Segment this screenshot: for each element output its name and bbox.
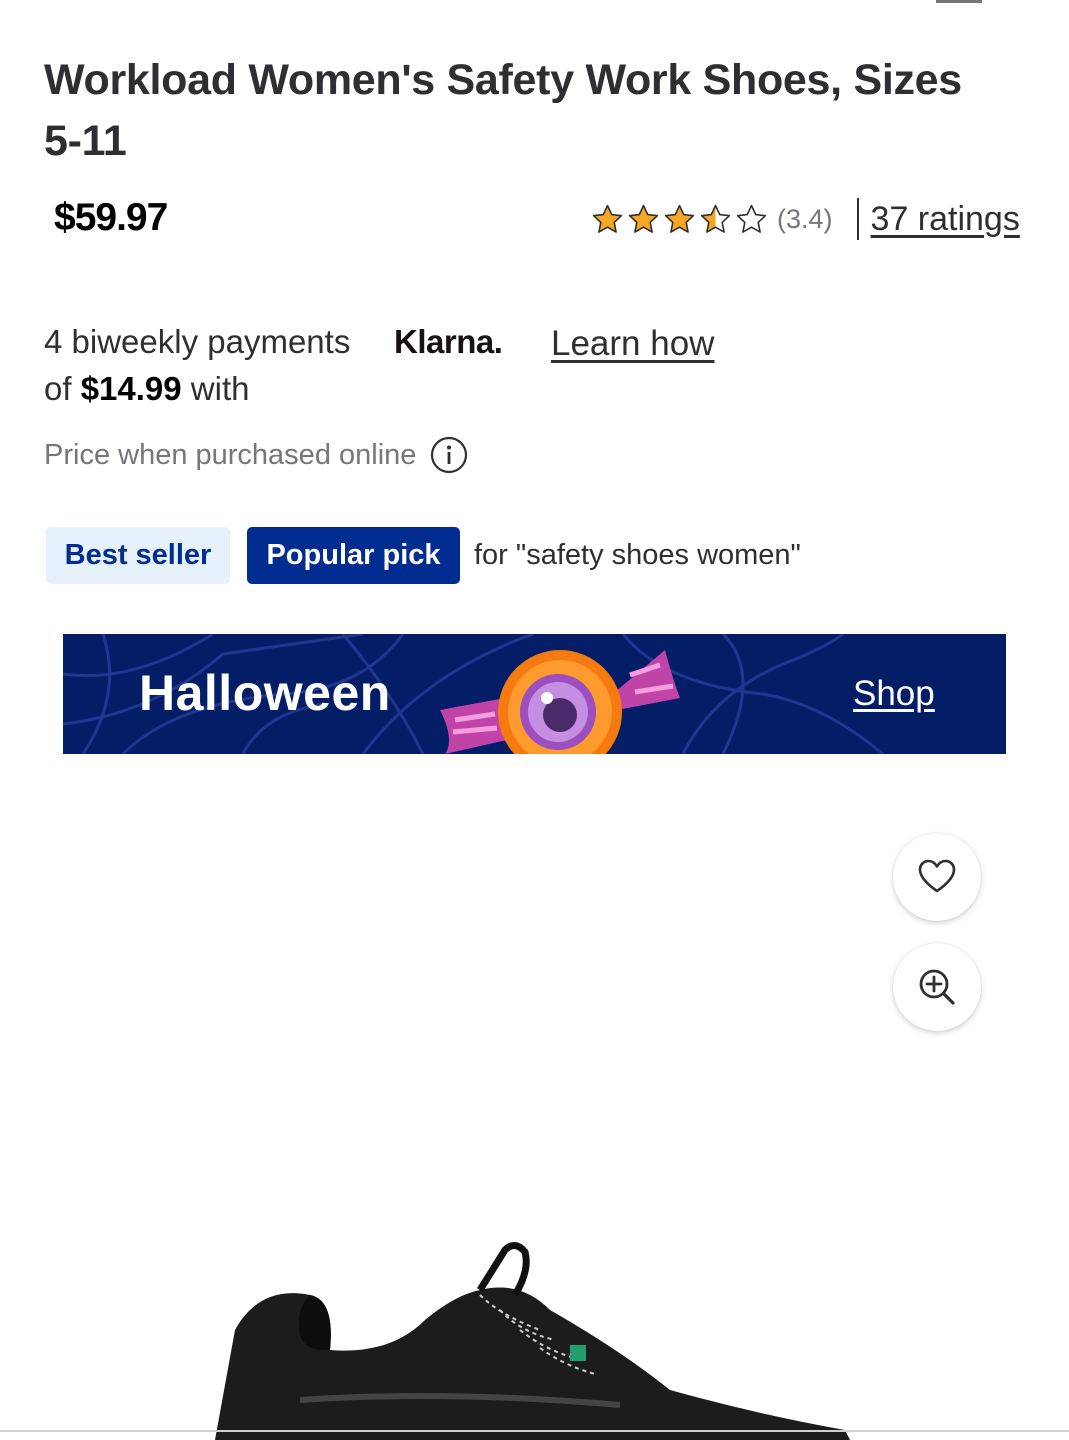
star-rating: [590, 202, 769, 237]
price-note-text: Price when purchased online: [44, 438, 417, 471]
half-star-icon: [700, 204, 731, 233]
rating-value: (3.4): [777, 203, 833, 234]
klarna-line-2: of $14.99 with: [44, 365, 350, 412]
klarna-logo: Klarna.: [394, 323, 503, 360]
rating-divider: [856, 198, 859, 240]
best-seller-badge: Best seller: [46, 527, 230, 584]
product-title: Workload Women's Safety Work Shoes, Size…: [44, 56, 962, 165]
bottom-divider: [0, 1430, 1069, 1432]
info-icon[interactable]: [430, 436, 468, 474]
banner-title: Halloween: [139, 665, 391, 721]
klarna-prefix: of: [44, 370, 81, 407]
price-note: Price when purchased online: [44, 436, 468, 474]
star-icon: [628, 204, 659, 233]
ratings-link[interactable]: 37 ratings: [871, 200, 1020, 239]
halloween-banner[interactable]: Halloween Shop: [63, 634, 1006, 754]
product-price: $59.97: [54, 196, 168, 239]
learn-how-link[interactable]: Learn how: [551, 320, 714, 367]
top-divider: [936, 0, 982, 3]
klarna-suffix: with: [181, 370, 250, 407]
klarna-line-1: 4 biweekly payments: [44, 323, 351, 360]
star-icon: [592, 204, 623, 233]
badge-row: Best seller Popular pick for "safety sho…: [46, 527, 801, 584]
empty-star-icon: [736, 204, 767, 233]
heart-icon: [918, 859, 956, 893]
candy-eyeball-icon: [440, 650, 680, 754]
installment-amount: $14.99: [80, 370, 182, 407]
popular-pick-badge: Popular pick: [247, 527, 460, 584]
klarna-payment-text: 4 biweekly payments of $14.99 with: [44, 318, 350, 412]
rating-summary[interactable]: (3.4) 37 ratings: [590, 196, 1020, 242]
zoom-button[interactable]: [893, 943, 981, 1031]
badge-context-text: for "safety shoes women": [474, 539, 801, 571]
product-image: [215, 1242, 850, 1440]
star-icon: [664, 204, 695, 233]
banner-shop-link[interactable]: Shop: [853, 674, 935, 714]
zoom-in-icon: [919, 969, 955, 1005]
favorite-button[interactable]: [893, 833, 981, 921]
